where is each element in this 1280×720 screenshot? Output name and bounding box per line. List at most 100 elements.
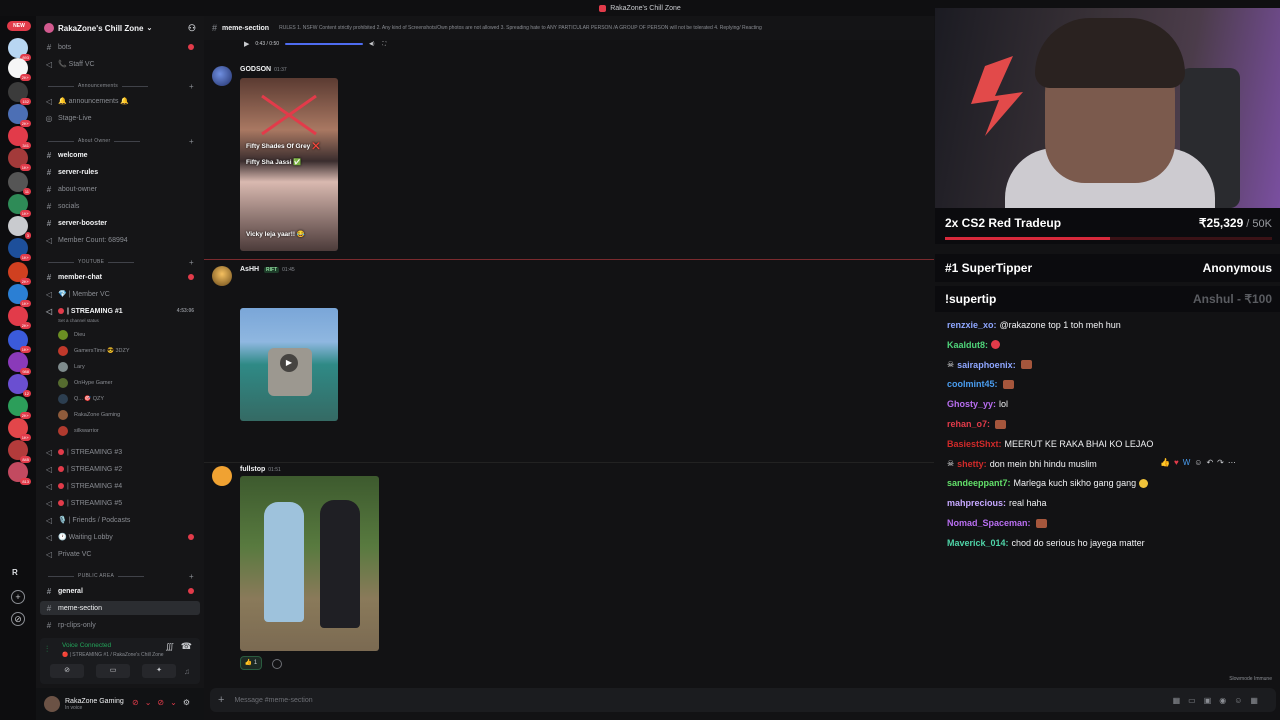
add-channel-icon[interactable]: + <box>189 137 194 146</box>
channel-item[interactable]: # server-booster <box>36 216 204 230</box>
server-icon[interactable]: 893 <box>8 38 31 61</box>
new-badge[interactable]: NEW <box>7 21 31 31</box>
channel-status[interactable]: Set a channel status <box>58 318 99 323</box>
voice-member[interactable]: silkwarrior <box>36 424 204 438</box>
reaction-chip[interactable]: 👍 1 <box>240 656 262 670</box>
noise-suppression-icon[interactable]: ∭ <box>166 642 174 651</box>
channel-item[interactable]: # bots <box>36 40 204 54</box>
voice-member[interactable]: GamersTime 😎 3DZY <box>36 344 204 358</box>
activity-button[interactable]: ✦ <box>142 664 176 678</box>
play-icon[interactable]: ▶ <box>244 40 249 48</box>
avatar[interactable] <box>212 66 232 86</box>
fullscreen-icon[interactable]: ⛶ <box>383 41 387 47</box>
channel-item[interactable]: ◁ | STREAMING #2 <box>36 462 204 476</box>
add-member-icon[interactable]: ⚇ <box>188 23 196 34</box>
screen-share-button[interactable]: ▭ <box>96 664 130 678</box>
category-header[interactable]: About Owner + <box>36 135 204 147</box>
channel-item[interactable]: # member-chat <box>36 270 204 284</box>
server-icon[interactable]: 1K+ <box>8 238 31 261</box>
voice-channel-sub[interactable]: 🔴 | STREAMING #1 / RakaZone's Chill Zone <box>62 652 164 658</box>
channel-item[interactable]: # about-owner <box>36 182 204 196</box>
avatar[interactable] <box>212 466 232 486</box>
server-icon[interactable]: 1K+ <box>8 418 31 441</box>
server-icon[interactable]: 341 <box>8 126 31 149</box>
server-icon[interactable]: 845 <box>8 440 31 463</box>
category-header[interactable]: Announcements + <box>36 80 204 92</box>
channel-item[interactable]: # server-rules <box>36 165 204 179</box>
add-reaction-icon[interactable] <box>272 659 282 669</box>
video-progress[interactable] <box>285 43 364 45</box>
voice-member[interactable]: Dieu <box>36 328 204 342</box>
server-icon[interactable]: 1K+ <box>8 284 31 307</box>
category-header[interactable]: PUBLIC AREA + <box>36 570 204 582</box>
volume-icon[interactable]: ◀) <box>369 41 375 47</box>
channel-item[interactable]: # general <box>36 584 204 598</box>
disconnect-icon[interactable]: ☎ <box>181 641 192 652</box>
channel-item[interactable]: ◁ 🎙️ | Friends / Podcasts <box>36 513 204 527</box>
server-header[interactable]: RakaZone's Chill Zone ⌄ ⚇ <box>36 16 204 40</box>
server-icon[interactable]: 1K+ <box>8 148 31 171</box>
server-icon[interactable]: 988 <box>8 352 31 375</box>
channel-item[interactable]: # socials <box>36 199 204 213</box>
add-server-icon[interactable]: + <box>11 590 25 604</box>
channel-item[interactable]: ◁ | STREAMING #4 <box>36 479 204 493</box>
channel-item[interactable]: ◁ 💎 | Member VC <box>36 287 204 301</box>
voice-member[interactable]: RakaZone Gaming <box>36 408 204 422</box>
avatar[interactable] <box>212 266 232 286</box>
channel-item[interactable]: ◁ | STREAMING #1 4:53:06 <box>36 304 204 318</box>
server-icon[interactable]: 11 <box>8 172 31 195</box>
message-hover-toolbar[interactable]: 👍♥W☺↶↷⋯ <box>1160 458 1240 467</box>
channel-item-selected[interactable]: # meme-section <box>40 601 200 615</box>
channel-item[interactable]: # welcome <box>36 148 204 162</box>
channel-item[interactable]: ◎ Stage-Live <box>36 111 204 125</box>
voice-member[interactable]: Lary <box>36 360 204 374</box>
add-channel-icon[interactable]: + <box>189 82 194 91</box>
server-icon[interactable]: 2K+ <box>8 306 31 329</box>
message-input[interactable]: Message #meme-section <box>234 697 312 704</box>
channel-item[interactable]: ◁ | STREAMING #3 <box>36 445 204 459</box>
message-author[interactable]: GODSON 01:37 <box>240 66 287 73</box>
server-icon[interactable]: 2K+ <box>8 58 31 81</box>
camera-off-button[interactable]: ⊘ <box>50 664 84 678</box>
message-author[interactable]: fullstop 01:51 <box>240 466 281 473</box>
server-icon[interactable]: 2K+ <box>8 104 31 127</box>
server-icon[interactable]: 152 <box>8 82 31 105</box>
soundboard-icon[interactable]: ♫ <box>184 667 190 676</box>
channel-topic[interactable]: RULES 1. NSFW Content strictly prohibite… <box>279 25 762 31</box>
video-player-controls[interactable]: ▶ 0:43 / 0:50 ◀) ⛶ <box>244 40 424 48</box>
server-icon[interactable]: 12 <box>8 374 31 397</box>
message-composer[interactable]: + Message #meme-section ▦▭▣◉☺▦ <box>210 688 1276 712</box>
server-icon[interactable]: 2K+ <box>8 262 31 285</box>
channel-item[interactable]: # rp-clips-only <box>36 618 204 632</box>
server-icon[interactable]: 3 <box>8 216 31 239</box>
voice-member-name: Q... 🎯 QZY <box>74 396 105 402</box>
server-icon[interactable]: 1K+ <box>8 194 31 217</box>
meme-image[interactable]: Fifty Shades Of Grey ❌ Fifty Sha Jassi ✅… <box>240 78 338 251</box>
server-icon[interactable]: 2K+ <box>8 396 31 419</box>
channel-item[interactable]: ◁ Member Count: 68994 <box>36 233 204 247</box>
channel-item[interactable]: ◁ Private VC <box>36 547 204 561</box>
discover-icon[interactable]: ⊘ <box>11 612 25 626</box>
add-channel-icon[interactable]: + <box>189 258 194 267</box>
channel-item[interactable]: ◁ 📞 Staff VC <box>36 57 204 71</box>
channel-label: | STREAMING #5 <box>67 499 123 507</box>
channel-item[interactable]: ◁ 🕐 Waiting Lobby <box>36 530 204 544</box>
message-author[interactable]: AsHH RIFT 01:45 <box>240 266 295 273</box>
add-channel-icon[interactable]: + <box>189 572 194 581</box>
composer-tools-icon[interactable]: ▦▭▣◉☺▦ <box>1173 696 1266 705</box>
avatar[interactable] <box>44 696 60 712</box>
category-header[interactable]: YOUTUBE + <box>36 256 204 268</box>
meme-image[interactable] <box>240 476 379 651</box>
channel-item[interactable]: ◁ | STREAMING #5 <box>36 496 204 510</box>
voice-member[interactable]: Q... 🎯 QZY <box>36 392 204 406</box>
voice-member[interactable]: OnHype Gamer <box>36 376 204 390</box>
add-attachment-icon[interactable]: + <box>218 694 224 706</box>
chat-message: renzxie_xo: @rakazone top 1 toh meh hun <box>947 318 1277 332</box>
server-icon[interactable]: 813 <box>8 462 31 485</box>
play-icon[interactable]: ▶ <box>280 354 298 372</box>
mute-deafen-settings-icon[interactable]: ⊘⌄⊘⌄⚙ <box>132 698 196 707</box>
server-icon[interactable]: 1K+ <box>8 330 31 353</box>
channel-item[interactable]: ◁ 🔔 announcements 🔔 <box>36 94 204 108</box>
server-r-icon[interactable]: R <box>12 568 18 577</box>
video-thumbnail[interactable]: ▶ <box>240 308 338 421</box>
